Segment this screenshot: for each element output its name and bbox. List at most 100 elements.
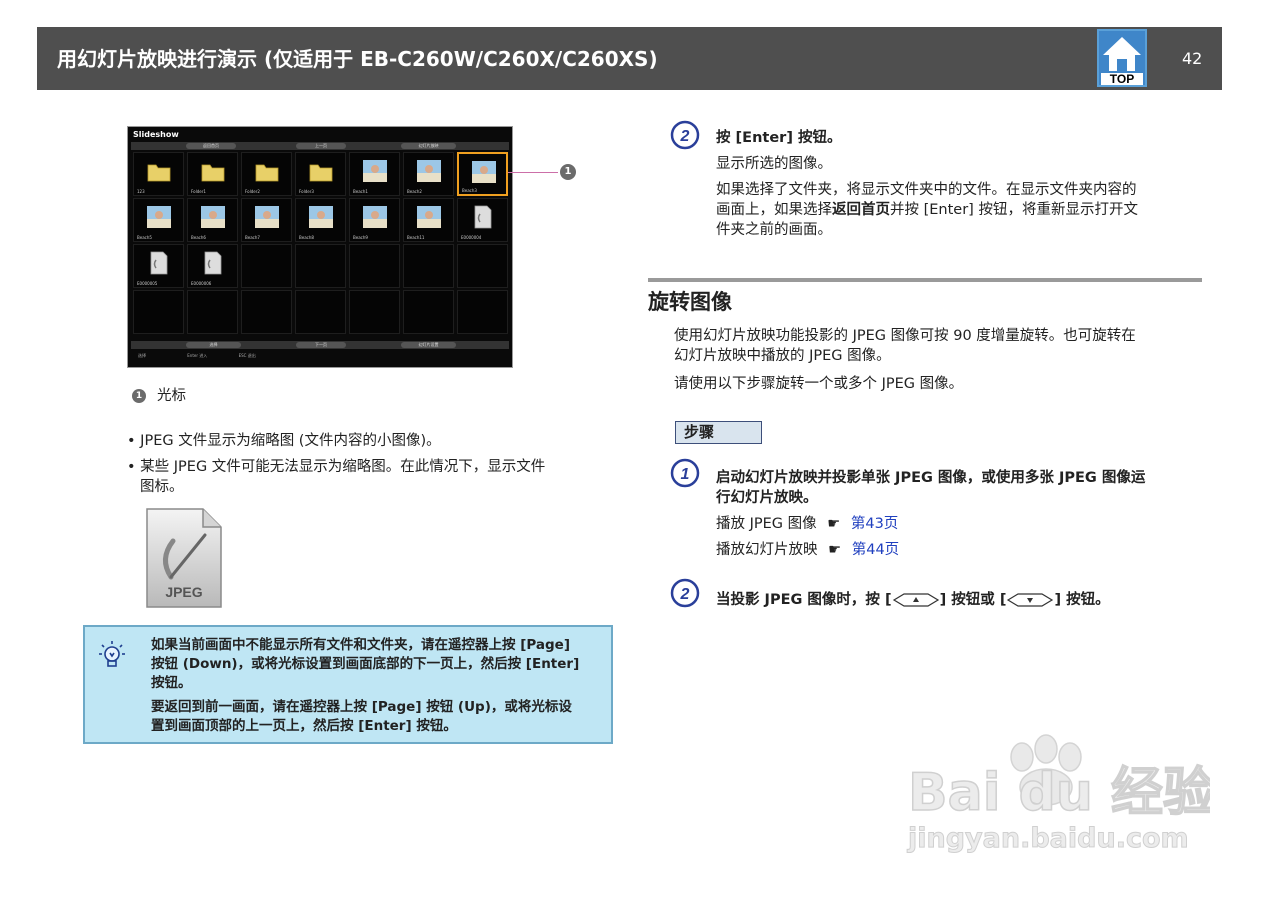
step-number-badge: 2 <box>670 578 700 608</box>
slideshow-bottom-toolbar: 选择 下一页 幻灯片设置 <box>131 341 509 349</box>
thumbnail-cell[interactable] <box>241 244 292 288</box>
step-title: 当投影 JPEG 图像时，按 [] 按钮或 [] 按钮。 <box>716 592 1110 608</box>
jpeg-thumbnail-icon <box>470 204 496 230</box>
thumbnail-cell[interactable] <box>349 244 400 288</box>
section-paragraph: 使用幻灯片放映功能投影的 JPEG 图像可按 90 度增量旋转。也可旋转在 幻灯… <box>674 328 1136 364</box>
folder-icon <box>254 158 280 184</box>
thumbnail-cell[interactable] <box>295 244 346 288</box>
page-number: 42 <box>1182 49 1203 68</box>
lightbulb-icon <box>95 639 129 673</box>
baidu-watermark: Bai du 经验 jingyan.baidu.com <box>900 715 1216 860</box>
footer-item: ESC 退出 <box>238 353 256 358</box>
thumbnail-label: E0000005 <box>137 281 158 286</box>
thumbnail-cell[interactable]: Folder2 <box>241 152 292 196</box>
thumbnail-cell[interactable] <box>187 290 238 334</box>
photo-thumbnail <box>362 158 388 184</box>
steps-label: 步骤 <box>675 421 762 444</box>
thumbnail-cell[interactable]: Beach8 <box>295 198 346 242</box>
thumbnail-cell[interactable]: E0000004 <box>457 198 508 242</box>
thumbnail-cell-selected[interactable]: Beach3 <box>457 152 508 196</box>
thumbnail-label: Beach5 <box>137 235 152 240</box>
thumbnail-label: Folder2 <box>245 189 260 194</box>
thumbnail-cell[interactable] <box>403 290 454 334</box>
jpeg-thumbnail-icon <box>146 250 172 276</box>
photo-thumbnail <box>362 204 388 230</box>
bullet-item: • JPEG 文件显示为缩略图 (文件内容的小图像)。 <box>127 433 441 449</box>
toolbar-bottom-item: 下一页 <box>296 342 346 348</box>
thumbnail-label: 123 <box>137 189 145 194</box>
toolbar-top-item: 返回首页 <box>186 143 236 149</box>
jpeg-thumbnail-icon <box>200 250 226 276</box>
toolbar-top-item: 上一页 <box>296 143 346 149</box>
photo-thumbnail <box>200 204 226 230</box>
thumbnail-label: Beach6 <box>191 235 206 240</box>
thumbnail-cell[interactable]: Folder3 <box>295 152 346 196</box>
slideshow-thumbnail-grid: 123 Folder1 Folder2 Folder3 Beach1 Beach2 Beac… <box>133 152 511 338</box>
thumbnail-cell[interactable] <box>349 290 400 334</box>
top-home-icon[interactable]: TOP <box>1097 29 1147 87</box>
footer-item: Enter 进入 <box>187 353 208 358</box>
thumbnail-cell[interactable] <box>403 244 454 288</box>
thumbnail-cell[interactable] <box>295 290 346 334</box>
slideshow-screenshot: Slideshow 返回首页 上一页 幻灯片放映 123 Folder1 Folde… <box>127 126 513 368</box>
photo-thumbnail <box>146 204 172 230</box>
thumbnail-cell[interactable] <box>457 244 508 288</box>
thumbnail-label: Beach9 <box>353 235 368 240</box>
top-label: TOP <box>1110 72 1134 86</box>
thumbnail-label: Beach3 <box>462 188 477 193</box>
slideshow-footer: 选择 Enter 进入 ESC 退出 <box>138 353 256 359</box>
legend-marker: 1 <box>132 389 146 403</box>
watermark-brand: Bai du 经验 <box>908 763 1210 823</box>
toolbar-bottom-item: 幻灯片设置 <box>401 342 456 348</box>
page-title: 用幻灯片放映进行演示 (仅适用于 EB-C260W/C260X/C260XS) <box>57 47 658 71</box>
bullet-item-continued: 图标。 <box>140 479 184 495</box>
callout-line <box>508 172 558 173</box>
thumbnail-label: E0000006 <box>191 281 212 286</box>
step-title: 启动幻灯片放映并投影单张 JPEG 图像，或使用多张 JPEG 图像运 行幻灯片… <box>716 470 1146 506</box>
photo-thumbnail <box>416 158 442 184</box>
page-link-43[interactable]: 第43页 <box>851 516 898 532</box>
photo-thumbnail <box>471 159 497 185</box>
thumbnail-cell[interactable]: Beach2 <box>403 152 454 196</box>
thumbnail-label: Beach7 <box>245 235 260 240</box>
thumbnail-cell[interactable] <box>133 290 184 334</box>
page-header: 用幻灯片放映进行演示 (仅适用于 EB-C260W/C260X/C260XS) … <box>37 27 1222 90</box>
thumbnail-cell[interactable]: E0000005 <box>133 244 184 288</box>
thumbnail-cell[interactable]: Beach11 <box>403 198 454 242</box>
thumbnail-cell[interactable]: Beach5 <box>133 198 184 242</box>
footer-item: 选择 <box>138 353 146 358</box>
step-number-badge: 1 <box>670 458 700 488</box>
bullet-item: • 某些 JPEG 文件可能无法显示为缩略图。在此情况下，显示文件 <box>127 459 546 475</box>
cross-reference: 播放幻灯片放映 ☛ 第44页 <box>716 542 900 558</box>
thumbnail-cell[interactable]: 123 <box>133 152 184 196</box>
page-link-44[interactable]: 第44页 <box>852 542 899 558</box>
svg-text:2: 2 <box>680 128 690 145</box>
thumbnail-cell[interactable]: Beach9 <box>349 198 400 242</box>
photo-thumbnail <box>416 204 442 230</box>
slideshow-top-toolbar: 返回首页 上一页 幻灯片放映 <box>131 142 509 150</box>
thumbnail-cell[interactable]: Folder1 <box>187 152 238 196</box>
thumbnail-cell[interactable]: Beach7 <box>241 198 292 242</box>
thumbnail-label: Beach2 <box>407 189 422 194</box>
thumbnail-cell[interactable]: E0000006 <box>187 244 238 288</box>
cross-reference: 播放 JPEG 图像 ☛ 第43页 <box>716 516 899 532</box>
thumbnail-cell[interactable]: Beach1 <box>349 152 400 196</box>
down-button-icon <box>1006 592 1054 608</box>
tip-paragraph-1: 如果当前画面中不能显示所有文件和文件夹，请在遥控器上按 [Page] 按钮 (D… <box>151 637 580 691</box>
step-description: 如果选择了文件夹，将显示文件夹中的文件。在显示文件夹内容的 画面上，如果选择返回… <box>716 182 1138 238</box>
step-result: 显示所选的图像。 <box>716 156 832 172</box>
slideshow-title: Slideshow <box>133 130 179 139</box>
step-title: 按 [Enter] 按钮。 <box>716 130 842 146</box>
jpeg-file-icon: JPEG <box>145 507 223 609</box>
thumbnail-label: Folder1 <box>191 189 206 194</box>
thumbnail-cell[interactable]: Beach6 <box>187 198 238 242</box>
thumbnail-cell[interactable] <box>457 290 508 334</box>
thumbnail-label: Beach8 <box>299 235 314 240</box>
tip-box: 如果当前画面中不能显示所有文件和文件夹，请在遥控器上按 [Page] 按钮 (D… <box>83 625 613 744</box>
thumbnail-label: Beach11 <box>407 235 425 240</box>
thumbnail-cell[interactable] <box>241 290 292 334</box>
section-paragraph: 请使用以下步骤旋转一个或多个 JPEG 图像。 <box>674 376 964 392</box>
folder-icon <box>308 158 334 184</box>
folder-icon <box>200 158 226 184</box>
up-button-icon <box>892 592 940 608</box>
